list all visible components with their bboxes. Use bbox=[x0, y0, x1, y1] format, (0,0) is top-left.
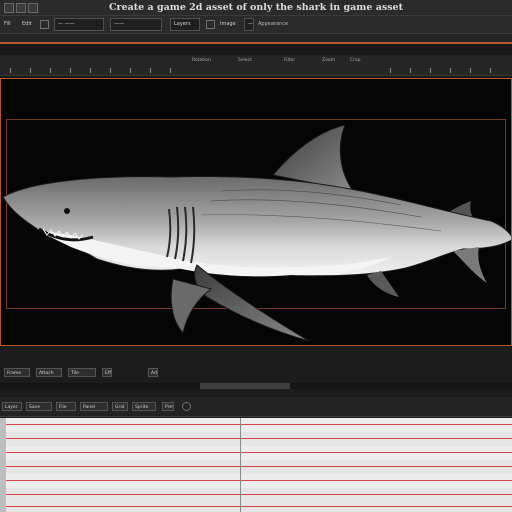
zoom-label[interactable]: Zoom bbox=[322, 58, 335, 63]
layers-icon[interactable] bbox=[206, 20, 215, 29]
ruler-tick bbox=[490, 68, 491, 73]
track-line bbox=[0, 506, 512, 507]
track-band bbox=[0, 418, 512, 432]
panel-tab[interactable]: Panel bbox=[80, 402, 108, 411]
ruler-tick bbox=[130, 68, 131, 73]
ruler-tick bbox=[50, 68, 51, 73]
preview-tab[interactable]: Preview bbox=[162, 402, 174, 411]
track-band bbox=[0, 474, 512, 488]
tool-field-1[interactable]: — —— bbox=[54, 18, 104, 31]
tool-field-2[interactable]: —— bbox=[110, 18, 162, 31]
filter-label[interactable]: Filter bbox=[284, 58, 295, 63]
ruler-tick bbox=[90, 68, 91, 73]
rotation-label[interactable]: Rotation bbox=[192, 58, 211, 63]
ruler-tick bbox=[470, 68, 471, 73]
ruler-tick bbox=[410, 68, 411, 73]
lasso-icon[interactable] bbox=[40, 20, 49, 29]
attach-button[interactable]: Attach bbox=[36, 368, 62, 377]
ruler-tick bbox=[30, 68, 31, 73]
track-band bbox=[0, 446, 512, 460]
timeline-gutter bbox=[0, 418, 6, 512]
appearance-label[interactable]: Appearance bbox=[258, 19, 298, 30]
add-button[interactable]: Add bbox=[148, 368, 158, 377]
timeline-playhead-icon[interactable] bbox=[182, 402, 191, 411]
select-label[interactable]: Select bbox=[238, 58, 252, 63]
menu-item-fill[interactable]: Fill bbox=[4, 19, 18, 30]
ruler-tick bbox=[170, 68, 171, 73]
secondary-toolbar bbox=[0, 34, 512, 42]
timeline-tracks[interactable] bbox=[0, 418, 512, 512]
menu-item-image[interactable]: Image bbox=[220, 19, 240, 30]
tool-field-4[interactable]: —— bbox=[244, 18, 254, 31]
layers-field[interactable]: Layers bbox=[170, 18, 200, 31]
canvas-viewport[interactable] bbox=[0, 78, 512, 346]
ruler-tick bbox=[150, 68, 151, 73]
ruler-tick bbox=[450, 68, 451, 73]
ruler-tick bbox=[10, 68, 11, 73]
file-tab[interactable]: File bbox=[56, 402, 76, 411]
tile-button[interactable]: Tile bbox=[68, 368, 96, 377]
menu-item-edit[interactable]: Edit bbox=[22, 19, 36, 30]
ruler-tick bbox=[70, 68, 71, 73]
track-line bbox=[0, 494, 512, 495]
timeline-header: Layer Save File Panel Grid Sprite Previe… bbox=[0, 397, 512, 417]
ruler-tick bbox=[430, 68, 431, 73]
ruler-tick bbox=[390, 68, 391, 73]
grid-tab[interactable]: Grid bbox=[112, 402, 128, 411]
crop-label[interactable]: Crop bbox=[350, 58, 361, 63]
playhead-line[interactable] bbox=[240, 418, 241, 512]
track-line bbox=[0, 480, 512, 481]
effect-button[interactable]: Effect bbox=[102, 368, 112, 377]
track-line bbox=[0, 452, 512, 453]
scrollbar-thumb[interactable] bbox=[200, 383, 290, 389]
window-title: Create a game 2d asset of only the shark… bbox=[109, 2, 403, 13]
accent-divider bbox=[0, 42, 512, 44]
ruler-row: Rotation Select Filter Zoom Crop bbox=[0, 55, 512, 76]
ruler-tick bbox=[110, 68, 111, 73]
frame-button[interactable]: Frame bbox=[4, 368, 30, 377]
shark-image bbox=[2, 124, 511, 342]
track-line bbox=[0, 424, 512, 425]
save-tab[interactable]: Save bbox=[26, 402, 52, 411]
track-line bbox=[0, 466, 512, 467]
menu-bar: Fill Edit — —— —— Layers Image —— Appear… bbox=[0, 16, 512, 34]
layer-tab[interactable]: Layer bbox=[2, 402, 22, 411]
sprite-tab[interactable]: Sprite bbox=[132, 402, 156, 411]
track-line bbox=[0, 438, 512, 439]
